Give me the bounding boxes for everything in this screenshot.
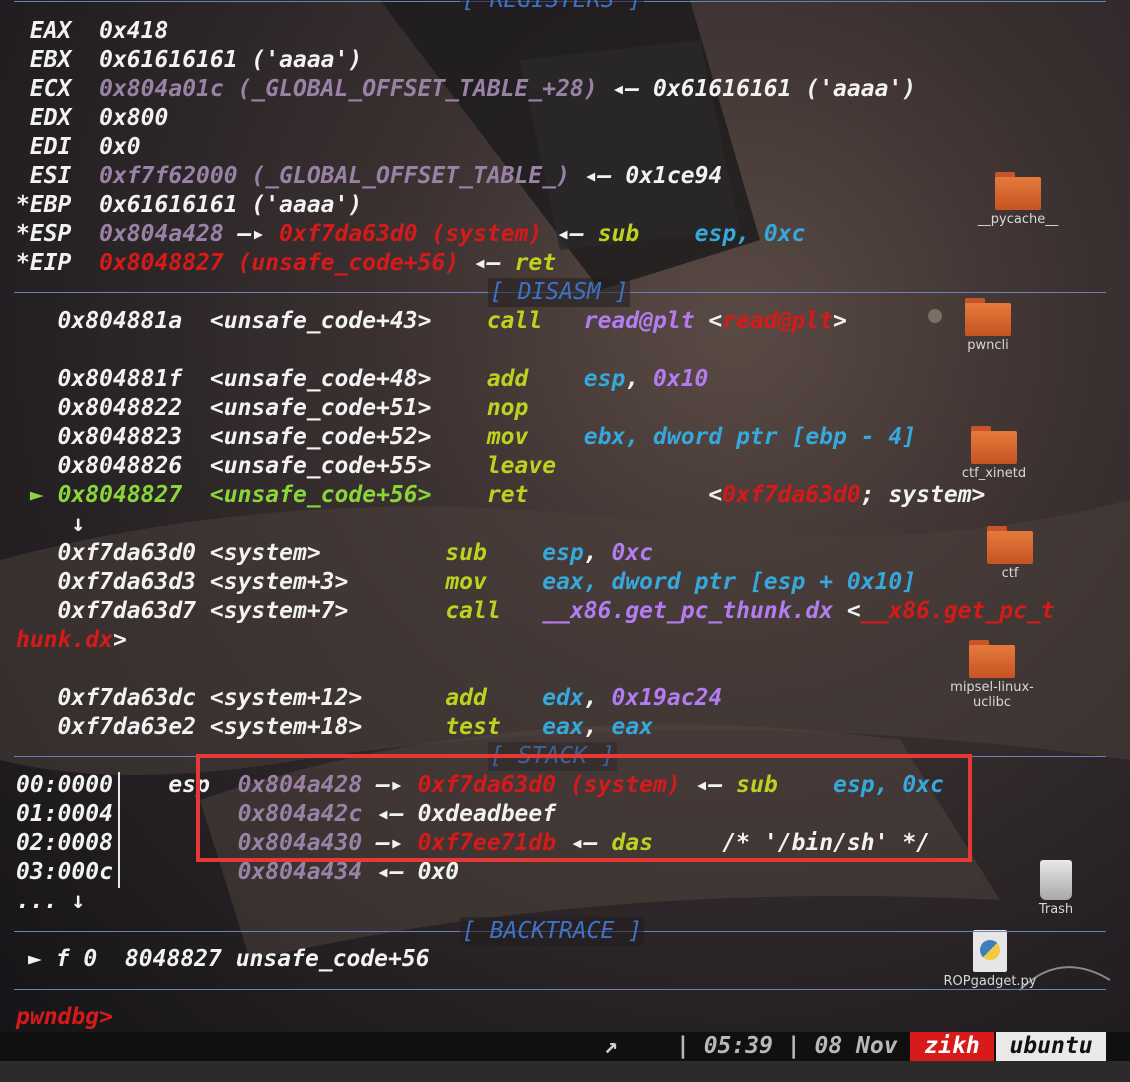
backtrace-header: [ BACKTRACE ]: [460, 917, 645, 946]
register-esi: ESI 0xf7f62000 (_GLOBAL_OFFSET_TABLE_) ◂…: [29, 163, 723, 189]
highlight-box: [196, 754, 972, 862]
section-separator: [14, 989, 1106, 990]
bottom-strip: [0, 1061, 1130, 1082]
register-edx: EDX 0x800: [29, 105, 169, 131]
register-ebp: *EBP 0x61616161 ('aaaa'): [16, 192, 363, 218]
register-edi: EDI 0x0: [29, 134, 141, 160]
register-eip: *EIP 0x8048827 (unsafe_code+56) ◂— ret: [16, 250, 557, 276]
status-user: zikh: [910, 1032, 994, 1061]
disasm-line: 0xf7da63d7 <system+7> call __x86.get_pc_…: [57, 598, 1055, 624]
disasm-current-line: ► 0x8048827 <unsafe_code+56> ret <0xf7da…: [29, 482, 986, 508]
disasm-line: 0x8048826 <unsafe_code+55> leave: [57, 453, 557, 479]
disasm-jump-arrow: ↓: [71, 511, 86, 537]
disasm-line: 0x804881a <unsafe_code+43> call read@plt…: [57, 308, 847, 334]
pwndbg-prompt[interactable]: pwndbg>: [16, 1003, 113, 1032]
disasm-line: 0xf7da63e2 <system+18> test eax, eax: [57, 714, 654, 740]
current-instruction-marker: ►: [29, 482, 44, 508]
status-time: | 05:39 | 08 Nov: [676, 1033, 898, 1059]
register-eax: EAX 0x418: [29, 18, 169, 44]
backtrace-frame: ► f 0 8048827 unsafe_code+56: [28, 946, 430, 972]
arrow-icon: ↗: [604, 1033, 618, 1059]
disasm-line: 0x8048823 <unsafe_code+52> mov ebx, dwor…: [57, 424, 917, 450]
status-bar: ↗ | 05:39 | 08 Nov zikh ubuntu: [0, 1032, 1130, 1061]
disasm-line: 0xf7da63d0 <system> sub esp, 0xc: [57, 540, 654, 566]
disasm-line: 0x8048822 <unsafe_code+51> nop: [57, 395, 529, 421]
disasm-line: 0xf7da63dc <system+12> add edx, 0x19ac24: [57, 685, 723, 711]
disasm-line: 0xf7da63d3 <system+3> mov eax, dword ptr…: [57, 569, 917, 595]
stack-entry: 03:000c 0x804a434 ◂— 0x0: [16, 859, 460, 885]
disasm-line: 0x804881f <unsafe_code+48> add esp, 0x10: [57, 366, 709, 392]
stack-more: ... ↓: [16, 888, 86, 914]
terminal[interactable]: [ REGISTERS ] EAX 0x418 EBX 0x61616161 (…: [0, 0, 1130, 1032]
register-esp: *ESP 0x804a428 —▸ 0xf7da63d0 (system) ◂—…: [16, 221, 806, 247]
register-ecx: ECX 0x804a01c (_GLOBAL_OFFSET_TABLE_+28)…: [29, 76, 917, 102]
disasm-line-wrap: hunk.dx>: [16, 627, 127, 653]
disasm-header: [ DISASM ]: [488, 278, 631, 307]
registers-header: [ REGISTERS ]: [460, 0, 645, 15]
register-ebx: EBX 0x61616161 ('aaaa'): [29, 47, 363, 73]
status-host: ubuntu: [996, 1032, 1106, 1061]
